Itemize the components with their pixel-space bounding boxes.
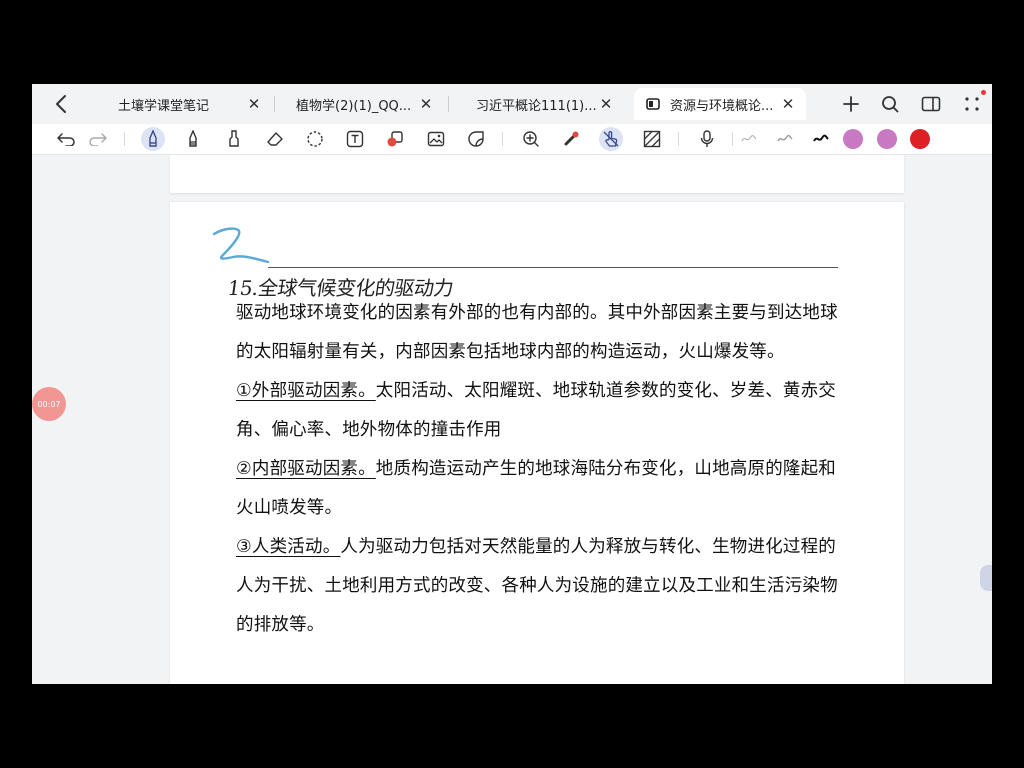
point-paragraph: ①外部驱动因素。太阳活动、太阳耀斑、地球轨道参数的变化、岁差、黄赤交角、偏心率、… (236, 372, 846, 450)
tab-title: 植物学(2)(1)_QQ... (296, 98, 412, 114)
toolbar-separator (124, 132, 125, 146)
redo-button[interactable] (86, 127, 110, 151)
intro-paragraph: 驱动地球环境变化的因素有外部的也有内部的。其中外部因素主要与到达地球的太阳辐射量… (236, 303, 838, 362)
record-button[interactable] (695, 127, 719, 151)
tab-title: 资源与环境概论... (670, 98, 774, 114)
note-page[interactable]: 2 15.全球气候变化的驱动力 驱动地球环境变化的因素有外部的也有内部的。其中外… (170, 202, 904, 684)
tab-title: 土壤学课堂笔记 (118, 98, 210, 114)
redo-icon (89, 133, 107, 146)
recording-timer-badge[interactable]: 00:07 (32, 387, 66, 421)
pattern-icon (643, 130, 661, 148)
tab-2[interactable]: 习近平概论111(1)... ✕ (460, 88, 624, 120)
document-area[interactable]: 2 15.全球气候变化的驱动力 驱动地球环境变化的因素有外部的也有内部的。其中外… (32, 155, 992, 684)
tab-3-active[interactable]: 资源与环境概论... ✕ (634, 88, 806, 120)
microphone-icon (700, 130, 714, 147)
toolbar-separator (678, 132, 679, 146)
image-tool[interactable] (424, 127, 448, 151)
tab-title: 习近平概论111(1)... (476, 98, 597, 114)
side-panel-handle[interactable] (980, 565, 992, 591)
laser-pointer-tool[interactable] (559, 127, 583, 151)
shapes-tool[interactable] (383, 127, 407, 151)
undo-icon (57, 133, 75, 146)
close-icon[interactable]: ✕ (596, 94, 616, 114)
app-window: 土壤学课堂笔记 ✕ 植物学(2)(1)_QQ... ✕ 习近平概论111(1).… (32, 84, 992, 684)
drawing-toolbar (32, 124, 992, 155)
toolbar-separator (502, 132, 503, 146)
sidebar-layout-icon (921, 96, 941, 112)
fountain-pen-tool[interactable] (181, 127, 205, 151)
point-label: ②内部驱动因素。 (236, 459, 376, 479)
point-paragraph: ③人类活动。人为驱动力包括对天然能量的人为释放与转化、生物进化过程的人为干扰、土… (236, 528, 846, 645)
eraser-icon (267, 132, 283, 146)
tab-separator (274, 96, 275, 112)
stroke-thick-option[interactable] (809, 127, 833, 151)
image-icon (427, 131, 445, 147)
touch-mode-tool[interactable] (599, 127, 623, 151)
fountain-pen-icon (189, 130, 197, 147)
eraser-tool[interactable] (263, 127, 287, 151)
document-icon (646, 98, 660, 110)
lasso-icon (307, 131, 323, 147)
close-icon[interactable]: ✕ (244, 94, 264, 114)
point-paragraph: ②内部驱动因素。地质构造运动产生的地球海陆分布变化，山地高原的隆起和火山喷发等。 (236, 450, 846, 528)
color-swatch-1[interactable] (843, 129, 863, 149)
note-body: 驱动地球环境变化的因素有外部的也有内部的。其中外部因素主要与到达地球的太阳辐射量… (236, 294, 846, 645)
point-label: ①外部驱动因素。 (236, 381, 376, 401)
close-icon[interactable]: ✕ (416, 94, 436, 114)
stroke-medium-icon (777, 134, 793, 142)
zoom-tool[interactable] (519, 127, 543, 151)
toolbar-separator (732, 132, 733, 146)
previous-page[interactable] (170, 155, 904, 193)
zoom-in-icon (523, 131, 539, 147)
pattern-tool[interactable] (640, 127, 664, 151)
tab-bar: 土壤学课堂笔记 ✕ 植物学(2)(1)_QQ... ✕ 习近平概论111(1).… (32, 84, 992, 124)
undo-button[interactable] (54, 127, 78, 151)
highlighter-tool[interactable] (222, 127, 246, 151)
pen-icon (149, 130, 157, 147)
handwritten-number: 2 (208, 222, 270, 264)
title-rule (268, 267, 838, 268)
more-button[interactable] (958, 90, 986, 118)
color-swatch-2[interactable] (877, 129, 897, 149)
tab-separator (448, 96, 449, 112)
lasso-tool[interactable] (303, 127, 327, 151)
layout-button[interactable] (917, 90, 945, 118)
chevron-left-icon (56, 95, 66, 113)
notification-dot (981, 90, 986, 95)
back-button[interactable] (48, 90, 76, 118)
pen-tool[interactable] (141, 127, 165, 151)
add-tab-button[interactable] (837, 90, 865, 118)
laser-pointer-icon (564, 131, 579, 146)
sticker-icon (468, 131, 484, 147)
search-icon (882, 96, 899, 113)
color-swatch-3[interactable] (910, 129, 930, 149)
stroke-medium-option[interactable] (773, 127, 797, 151)
sticker-tool[interactable] (464, 127, 488, 151)
plus-icon (843, 96, 859, 112)
shapes-icon (387, 131, 403, 147)
point-label: ③人类活动。 (236, 537, 341, 557)
tab-0[interactable]: 土壤学课堂笔记 ✕ (102, 88, 272, 120)
hand-touch-icon (603, 131, 619, 147)
search-button[interactable] (876, 90, 904, 118)
highlighter-icon (229, 130, 239, 147)
stroke-thick-icon (813, 134, 829, 142)
stroke-thin-option[interactable] (737, 127, 761, 151)
handwritten-number-text: 2 (208, 222, 209, 223)
tab-1[interactable]: 植物学(2)(1)_QQ... ✕ (280, 88, 444, 120)
stroke-thin-icon (741, 135, 757, 142)
grid-dots-icon (965, 97, 979, 111)
close-icon[interactable]: ✕ (778, 94, 798, 114)
text-tool[interactable] (343, 127, 367, 151)
text-box-icon (346, 130, 364, 148)
